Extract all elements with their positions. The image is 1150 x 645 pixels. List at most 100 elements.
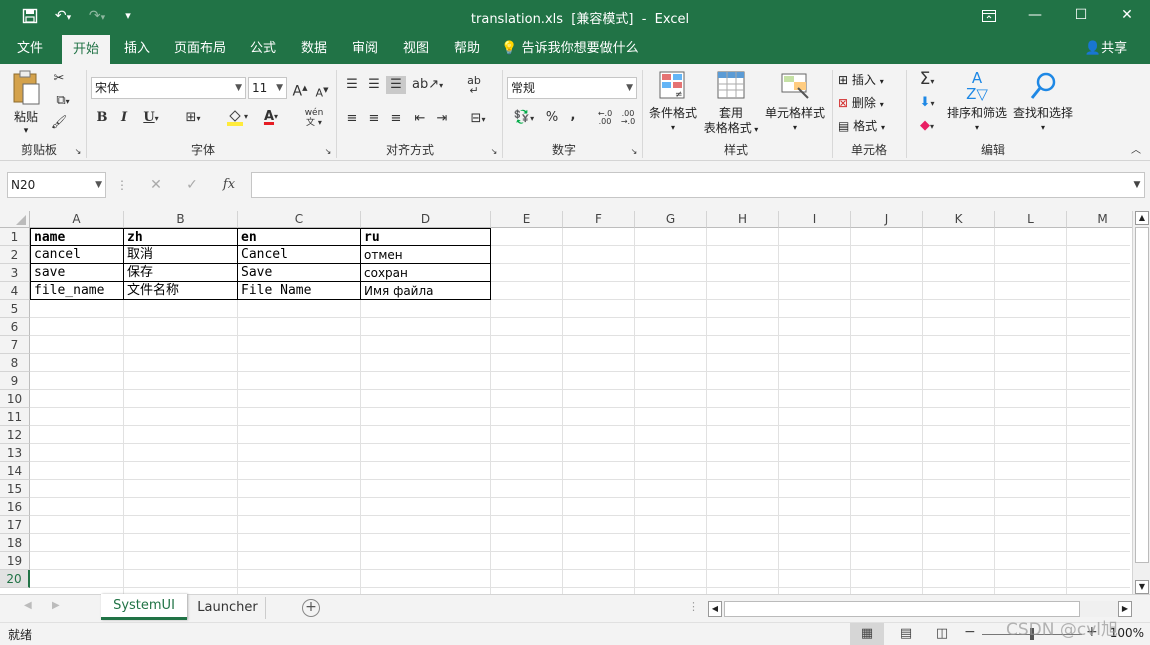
row-header[interactable]: 19	[0, 552, 30, 570]
close-icon[interactable]: ✕	[1104, 0, 1150, 33]
ribbon-display-options-icon[interactable]	[966, 0, 1012, 33]
row-header[interactable]: 12	[0, 426, 30, 444]
merge-center-icon[interactable]: ⊟▾	[464, 110, 492, 129]
row-header[interactable]: 9	[0, 372, 30, 390]
row-header[interactable]: 17	[0, 516, 30, 534]
column-header[interactable]: G	[635, 211, 707, 228]
align-top-icon[interactable]: ☰	[342, 76, 362, 94]
decrease-indent-icon[interactable]: ⇤	[410, 110, 430, 128]
table-cell[interactable]: Save	[238, 264, 361, 282]
minimize-icon[interactable]: —	[1012, 0, 1058, 33]
scroll-down-icon[interactable]: ▼	[1135, 580, 1149, 594]
sort-filter-button[interactable]: A Z▽ 排序和筛选 ▾	[946, 70, 1008, 136]
wrap-text-icon[interactable]: ab ↵	[464, 75, 484, 96]
cancel-entry-icon[interactable]: ✕	[146, 175, 166, 195]
header-cell[interactable]: ru	[361, 228, 491, 246]
paste-dropdown-icon[interactable]: ▾	[8, 124, 44, 139]
row-header[interactable]: 2	[0, 246, 30, 264]
tab-data[interactable]: 数据	[292, 33, 336, 64]
header-cell[interactable]: name	[30, 228, 124, 246]
increase-indent-icon[interactable]: ⇥	[432, 110, 452, 128]
sheet-tab-systemui[interactable]: SystemUI	[101, 594, 187, 620]
name-box[interactable]: N20 ▼	[7, 172, 106, 198]
row-header[interactable]: 16	[0, 498, 30, 516]
add-sheet-icon[interactable]: +	[302, 599, 320, 617]
column-header[interactable]: A	[30, 211, 124, 228]
share-button[interactable]: 👤共享	[1080, 33, 1132, 64]
align-right-icon[interactable]: ≡	[386, 110, 406, 128]
find-select-button[interactable]: 查找和选择 ▾	[1010, 70, 1076, 136]
scroll-right-icon[interactable]: ▶	[1118, 601, 1132, 617]
cell-styles-button[interactable]: 单元格样式 ▾	[762, 70, 828, 136]
comma-style-button[interactable]: ,	[566, 107, 580, 125]
row-header[interactable]: 4	[0, 282, 30, 300]
align-center-icon[interactable]: ≡	[364, 110, 384, 128]
row-header[interactable]: 14	[0, 462, 30, 480]
italic-button[interactable]: I	[116, 109, 132, 127]
row-header[interactable]: 20	[0, 570, 30, 588]
tab-home[interactable]: 开始	[62, 35, 110, 64]
tell-me-search[interactable]: 💡 告诉我你想要做什么	[500, 33, 640, 64]
zoom-out-icon[interactable]: −	[964, 624, 978, 640]
column-header[interactable]: K	[923, 211, 995, 228]
normal-view-icon[interactable]: ▦	[850, 623, 884, 645]
vertical-scroll-thumb[interactable]	[1135, 227, 1149, 563]
row-header[interactable]: 11	[0, 408, 30, 426]
prev-sheet-icon[interactable]: ◀	[24, 600, 38, 611]
confirm-entry-icon[interactable]: ✓	[182, 175, 202, 195]
bold-button[interactable]: B	[94, 109, 110, 127]
row-header[interactable]: 10	[0, 390, 30, 408]
format-cells-button[interactable]: ▤ 格式 ▾	[838, 117, 900, 137]
conditional-formatting-button[interactable]: ≠ 条件格式 ▾	[646, 70, 700, 136]
column-header[interactable]: L	[995, 211, 1067, 228]
vertical-scrollbar[interactable]: ▲ ▼	[1132, 211, 1150, 594]
font-color-button[interactable]: A▾	[256, 108, 286, 126]
select-all-corner[interactable]	[0, 211, 30, 228]
fill-color-icon[interactable]: ▾	[222, 108, 252, 132]
tab-review[interactable]: 审阅	[344, 33, 386, 64]
tab-formulas[interactable]: 公式	[242, 33, 284, 64]
font-name-select[interactable]: 宋体 ▼	[91, 77, 246, 99]
fill-icon[interactable]: ⬇▾	[912, 94, 942, 113]
save-icon[interactable]	[18, 6, 42, 26]
paste-button[interactable]: 粘贴 ▾	[8, 70, 44, 136]
tab-insert[interactable]: 插入	[116, 33, 158, 64]
scroll-left-icon[interactable]: ◀	[708, 601, 722, 617]
table-cell[interactable]: File Name	[238, 282, 361, 300]
insert-function-icon[interactable]: fx	[218, 175, 240, 195]
tab-file[interactable]: 文件	[8, 33, 52, 64]
row-header[interactable]: 7	[0, 336, 30, 354]
column-header[interactable]: F	[563, 211, 635, 228]
table-cell[interactable]: отмен	[361, 246, 491, 264]
tab-page-layout[interactable]: 页面布局	[168, 33, 232, 64]
percent-style-button[interactable]: %	[544, 109, 560, 127]
table-cell[interactable]: 文件名称	[124, 282, 238, 300]
table-cell[interactable]: Имя файла	[361, 282, 491, 300]
table-cell[interactable]: save	[30, 264, 124, 282]
font-launcher-icon[interactable]: ↘	[322, 143, 334, 161]
header-cell[interactable]: zh	[124, 228, 238, 246]
table-cell[interactable]: Cancel	[238, 246, 361, 264]
tab-view[interactable]: 视图	[394, 33, 438, 64]
column-header[interactable]: B	[124, 211, 238, 228]
table-cell[interactable]: 保存	[124, 264, 238, 282]
column-header[interactable]: I	[779, 211, 851, 228]
borders-icon[interactable]: ⊞▾	[180, 109, 206, 128]
tab-help[interactable]: 帮助	[446, 33, 488, 64]
row-header[interactable]: 13	[0, 444, 30, 462]
column-header[interactable]: D	[361, 211, 491, 228]
delete-cells-button[interactable]: ⊠ 删除 ▾	[838, 94, 900, 114]
column-header[interactable]: E	[491, 211, 563, 228]
orientation-icon[interactable]: ab↗▾	[412, 76, 443, 95]
grow-font-button[interactable]: A▲	[292, 79, 308, 101]
column-header[interactable]: H	[707, 211, 779, 228]
copy-icon[interactable]: ⧉▾	[50, 92, 76, 111]
table-cell[interactable]: cancel	[30, 246, 124, 264]
align-middle-icon[interactable]: ☰	[364, 76, 384, 94]
sheet-tab-launcher[interactable]: Launcher	[190, 597, 266, 619]
alignment-launcher-icon[interactable]: ↘	[488, 143, 500, 161]
font-size-select[interactable]: 11 ▼	[248, 77, 287, 99]
next-sheet-icon[interactable]: ▶	[52, 600, 66, 611]
row-header[interactable]: 8	[0, 354, 30, 372]
format-painter-icon[interactable]: 🖌	[50, 114, 68, 132]
